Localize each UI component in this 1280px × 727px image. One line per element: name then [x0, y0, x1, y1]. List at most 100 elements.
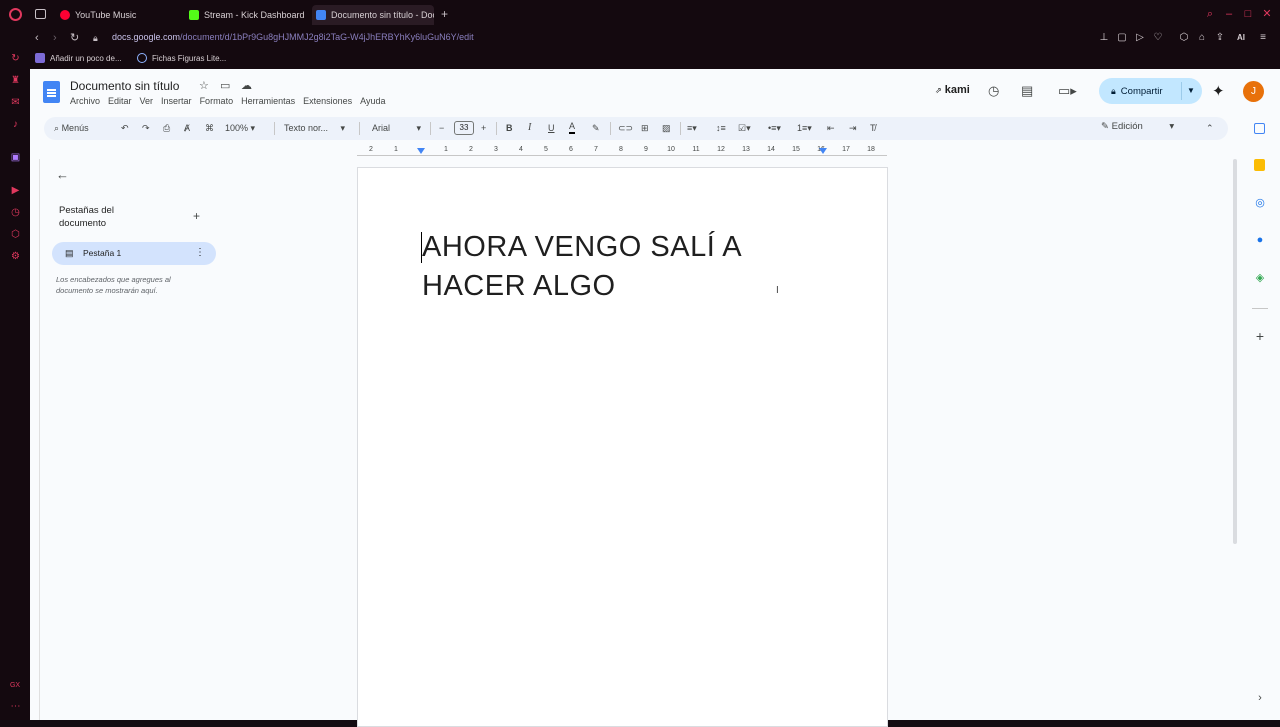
chevron-right-icon[interactable]: ›	[1253, 691, 1267, 705]
menu-ver[interactable]: Ver	[140, 96, 154, 106]
url-field[interactable]: docs.google.com/document/d/1bPr9Gu8gHJMM…	[112, 32, 474, 42]
maximize-icon[interactable]: □	[1242, 8, 1254, 20]
scrollbar-thumb[interactable]	[1233, 159, 1237, 544]
menu-formato[interactable]: Formato	[200, 96, 234, 106]
checklist-icon[interactable]: ☑▾	[738, 121, 751, 135]
history-icon[interactable]: ◷	[10, 207, 21, 218]
music-icon[interactable]: ♪	[10, 119, 21, 130]
tab-youtube-music[interactable]: YouTube Music	[56, 5, 181, 25]
star-icon[interactable]: ☆	[199, 79, 209, 93]
back-icon[interactable]: ‹	[35, 32, 39, 44]
heart-icon[interactable]: ♡	[1152, 32, 1164, 44]
opera-logo-icon[interactable]	[9, 8, 22, 21]
search-menus[interactable]: ⌕ Menús	[54, 121, 89, 135]
document-page[interactable]: AHORA VENGO SALÍ A HACER ALGO I	[357, 167, 888, 727]
zoom-select[interactable]: 100% ▾	[225, 121, 255, 135]
redo-icon[interactable]: ↷	[142, 121, 150, 135]
menu-herramientas[interactable]: Herramientas	[241, 96, 295, 106]
menu-insertar[interactable]: Insertar	[161, 96, 192, 106]
meet-icon[interactable]: ▭▸	[1058, 83, 1077, 99]
keep-icon[interactable]	[1254, 159, 1265, 171]
bookmark-item[interactable]: Añadir un poco de...	[35, 53, 122, 63]
mail-icon[interactable]: ✉	[10, 97, 21, 108]
back-arrow-icon[interactable]: ←	[56, 167, 69, 182]
version-history-icon[interactable]: ◷	[988, 83, 999, 99]
style-select[interactable]: Texto nor... ▾	[284, 121, 345, 135]
comments-icon[interactable]: ▤	[1021, 83, 1033, 99]
more-icon[interactable]: ⋯	[10, 701, 21, 712]
pin-icon[interactable]: ⊥	[1098, 32, 1110, 44]
move-folder-icon[interactable]: ▭	[220, 79, 230, 93]
snapshot-icon[interactable]: ▢	[1116, 32, 1128, 44]
increase-font-size-icon[interactable]: +	[481, 121, 486, 135]
document-body[interactable]: AHORA VENGO SALÍ A HACER ALGO	[422, 228, 802, 306]
player-sidebar-icon[interactable]: ▶	[10, 185, 21, 196]
gx-control-icon[interactable]: ♜	[10, 75, 21, 86]
menu-editar[interactable]: Editar	[108, 96, 132, 106]
italic-icon[interactable]: I	[528, 121, 531, 135]
player-icon[interactable]: ▷	[1134, 32, 1146, 44]
easy-setup-icon[interactable]: ≡	[1257, 32, 1269, 44]
scrollbar[interactable]	[1230, 159, 1240, 720]
right-indent-marker[interactable]	[819, 148, 827, 154]
kami-button[interactable]: ⇗ kami	[935, 84, 970, 96]
collapse-menus-icon[interactable]: ⌃	[1206, 121, 1214, 135]
clear-formatting-icon[interactable]: T̸	[870, 121, 876, 135]
line-spacing-icon[interactable]: ↕≡	[716, 121, 726, 135]
text-color-icon[interactable]: A	[569, 121, 576, 134]
font-select[interactable]: Arial ▾	[372, 121, 421, 135]
document-tab-item[interactable]: ▤ Pestaña 1 ⋮	[52, 242, 216, 265]
document-title[interactable]: Documento sin título	[70, 79, 179, 93]
gx-corner-icon[interactable]: ↻	[10, 53, 21, 64]
add-tab-button[interactable]: +	[193, 209, 200, 223]
tab-menu-icon[interactable]	[35, 9, 46, 19]
numbered-list-icon[interactable]: 1≡▾	[797, 121, 812, 135]
wallet-icon[interactable]: ⌂	[1196, 32, 1208, 44]
font-size-input[interactable]: 33	[454, 121, 474, 135]
paint-format-icon[interactable]: ⌘	[205, 121, 214, 135]
extensions-sidebar-icon[interactable]: ⬡	[10, 229, 21, 240]
more-options-icon[interactable]: ⋮	[195, 247, 205, 258]
menu-ayuda[interactable]: Ayuda	[360, 96, 385, 106]
ai-button[interactable]: AI	[1230, 32, 1252, 44]
tab-google-docs[interactable]: Documento sin título - Doc	[312, 5, 434, 25]
settings-icon[interactable]: ⚙	[10, 251, 21, 262]
highlight-icon[interactable]: ✎	[592, 121, 600, 135]
bulleted-list-icon[interactable]: •≡▾	[768, 121, 781, 135]
bold-icon[interactable]: B	[506, 121, 513, 135]
editing-mode-select[interactable]: ✎ Edición ▾	[1101, 121, 1174, 132]
left-indent-marker[interactable]	[417, 148, 425, 154]
align-icon[interactable]: ≡▾	[687, 121, 697, 135]
spellcheck-icon[interactable]: Ⱥ	[184, 121, 190, 135]
close-window-icon[interactable]: ✕	[1261, 8, 1273, 20]
maps-icon[interactable]: ◈	[1253, 271, 1267, 285]
reload-icon[interactable]: ↻	[70, 32, 79, 44]
avatar[interactable]: J	[1243, 81, 1264, 102]
insert-image-icon[interactable]: ▨	[662, 121, 671, 135]
link-icon[interactable]: ⊂⊃	[618, 121, 633, 135]
print-icon[interactable]: ⎙	[163, 121, 170, 135]
add-comment-icon[interactable]: ⊞	[641, 121, 649, 135]
gemini-icon[interactable]: ✦	[1212, 82, 1225, 100]
share-button[interactable]: 🔒︎ Compartir ▼	[1099, 78, 1202, 104]
tab-kick-dashboard[interactable]: Stream - Kick Dashboard	[185, 5, 310, 25]
extensions-icon[interactable]: ⬡	[1178, 32, 1190, 44]
search-icon[interactable]: ⌕	[1204, 8, 1216, 20]
underline-icon[interactable]: U	[548, 121, 555, 135]
decrease-indent-icon[interactable]: ⇤	[827, 121, 835, 135]
share-page-icon[interactable]: ⇪	[1214, 32, 1226, 44]
menu-extensiones[interactable]: Extensiones	[303, 96, 352, 106]
menu-archivo[interactable]: Archivo	[70, 96, 100, 106]
chevron-down-icon[interactable]: ▼	[1187, 86, 1195, 95]
docs-logo-icon[interactable]	[43, 81, 60, 103]
new-tab-button[interactable]: +	[441, 7, 448, 21]
undo-icon[interactable]: ↶	[121, 121, 129, 135]
minimize-icon[interactable]: –	[1223, 8, 1235, 20]
get-addons-icon[interactable]: +	[1253, 329, 1267, 343]
calendar-icon[interactable]	[1254, 123, 1265, 134]
contacts-icon[interactable]: ●	[1253, 233, 1267, 247]
increase-indent-icon[interactable]: ⇥	[849, 121, 857, 135]
tasks-icon[interactable]: ◎	[1253, 196, 1267, 210]
bookmark-item[interactable]: Fichas Figuras Lite...	[137, 53, 226, 63]
forward-icon[interactable]: ›	[53, 32, 57, 44]
